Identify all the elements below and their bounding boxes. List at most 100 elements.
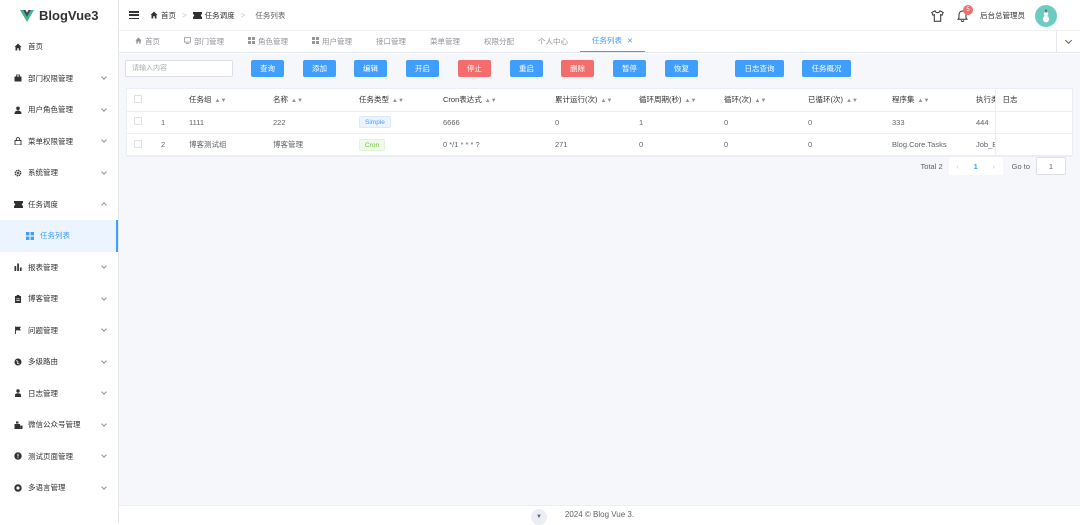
- add-button[interactable]: 添加: [303, 60, 336, 77]
- table-row[interactable]: 2 博客测试组 博客管理 Cron 0 */1 * * * ? 271 0 0 …: [127, 134, 1072, 157]
- chevron-down-icon: [101, 106, 107, 112]
- avatar[interactable]: [1035, 5, 1057, 27]
- tab-department[interactable]: 部门管理: [172, 30, 236, 52]
- grid-icon: [25, 232, 35, 240]
- sidebar-item-task-list[interactable]: 任务列表: [0, 220, 118, 252]
- tab-roles[interactable]: 角色管理: [236, 30, 300, 52]
- tab-permissions[interactable]: 权限分配: [472, 30, 526, 52]
- column-header-class[interactable]: 执行类▲▼: [969, 89, 995, 111]
- column-header-cycle-seconds[interactable]: 循环周期(秒)▲▼: [632, 89, 717, 111]
- row-checkbox[interactable]: [127, 134, 154, 157]
- query-button[interactable]: 查询: [251, 60, 284, 77]
- goto-page-input[interactable]: 1: [1036, 157, 1066, 175]
- pause-button[interactable]: 暂停: [613, 60, 646, 77]
- column-header-cron[interactable]: Cron表达式▲▼: [436, 89, 548, 111]
- sidebar-item-issues[interactable]: 问题管理: [0, 315, 118, 347]
- tab-menus[interactable]: 菜单管理: [418, 30, 472, 52]
- sort-icon[interactable]: ▲▼: [485, 98, 497, 104]
- start-button[interactable]: 开启: [406, 60, 439, 77]
- tabs-dropdown[interactable]: [1056, 31, 1080, 53]
- chevron-down-icon: [101, 169, 107, 175]
- collapse-menu-icon[interactable]: [129, 11, 139, 19]
- sort-icon[interactable]: ▲▼: [392, 98, 404, 104]
- chevron-down-icon: [101, 263, 107, 269]
- resume-button[interactable]: 恢复: [665, 60, 698, 77]
- next-page-button[interactable]: ›: [985, 157, 1003, 175]
- vue-logo-icon: [20, 10, 34, 22]
- column-header-cycle-times[interactable]: 循环(次)▲▼: [717, 89, 801, 111]
- select-all-checkbox[interactable]: [127, 89, 154, 111]
- sidebar-item-menu-permission[interactable]: 菜单权限管理: [0, 126, 118, 158]
- globe-icon: [13, 358, 23, 366]
- type-tag: Simple: [359, 116, 391, 128]
- sort-icon[interactable]: ▲▼: [291, 98, 303, 104]
- header-actions: 5 后台总管理员: [931, 0, 1080, 31]
- cell-cycled: 0: [801, 111, 885, 134]
- tab-task-list[interactable]: 任务列表✕: [580, 30, 645, 52]
- column-header-group[interactable]: 任务组▲▼: [182, 89, 266, 111]
- sort-icon[interactable]: ▲▼: [755, 98, 767, 104]
- home-icon: [135, 37, 142, 46]
- sidebar-item-task-scheduling[interactable]: 任务调度: [0, 189, 118, 221]
- sort-icon[interactable]: ▲▼: [685, 98, 697, 104]
- chevron-down-icon: [101, 137, 107, 143]
- cell-cycled: 0: [801, 134, 885, 157]
- breadcrumb-task-scheduling[interactable]: 任务调度: [193, 10, 235, 21]
- sidebar-item-department[interactable]: 部门权限管理: [0, 63, 118, 95]
- sidebar-item-logs[interactable]: 日志管理: [0, 378, 118, 410]
- stop-button[interactable]: 停止: [458, 60, 491, 77]
- breadcrumb-home[interactable]: 首页: [150, 10, 176, 21]
- tab-home[interactable]: 首页: [123, 30, 172, 52]
- notification-bell[interactable]: 5: [957, 10, 968, 22]
- sidebar-item-i18n[interactable]: 多语言管理: [0, 472, 118, 504]
- sidebar-item-blog[interactable]: 博客管理: [0, 283, 118, 315]
- edit-button[interactable]: 编辑: [354, 60, 387, 77]
- avatar-figure-icon: [1040, 9, 1052, 23]
- log-query-button[interactable]: 日志查询: [735, 60, 784, 77]
- tab-users[interactable]: 用户管理: [300, 30, 364, 52]
- restart-button[interactable]: 重启: [510, 60, 543, 77]
- sort-icon[interactable]: ▲▼: [215, 98, 227, 104]
- cell-assembly: Blog.Core.Tasks: [885, 134, 969, 157]
- sidebar-item-test-pages[interactable]: 测试页面管理: [0, 441, 118, 473]
- theme-shirt-icon[interactable]: [931, 10, 944, 22]
- sidebar-item-reports[interactable]: 报表管理: [0, 252, 118, 284]
- tab-profile[interactable]: 个人中心: [526, 30, 580, 52]
- task-table: 任务组▲▼ 名称▲▼ 任务类型▲▼ Cron表达式▲▼ 累计运行(次)▲▼ 循环…: [126, 88, 1073, 156]
- chevron-down-icon: [101, 484, 107, 490]
- column-header-type[interactable]: 任务类型▲▼: [352, 89, 436, 111]
- prev-page-button[interactable]: ‹: [949, 157, 967, 175]
- app-logo[interactable]: BlogVue3: [0, 0, 118, 31]
- user-name[interactable]: 后台总管理员: [980, 10, 1025, 21]
- cell-cron: 0 */1 * * * ?: [436, 134, 548, 157]
- chevron-down-icon: [101, 358, 107, 364]
- sidebar-item-wechat[interactable]: 微信公众号管理: [0, 409, 118, 441]
- column-header-assembly[interactable]: 程序集▲▼: [885, 89, 969, 111]
- sidebar-item-user-role[interactable]: 用户角色管理: [0, 94, 118, 126]
- lock-icon: [13, 137, 23, 145]
- user-icon: [13, 106, 23, 114]
- cell-class: 444: [969, 111, 995, 134]
- cell-type: Cron: [352, 134, 436, 157]
- tab-api[interactable]: 接口管理: [364, 30, 418, 52]
- sidebar-item-system[interactable]: 系统管理: [0, 157, 118, 189]
- row-checkbox[interactable]: [127, 111, 154, 134]
- sort-icon[interactable]: ▲▼: [846, 98, 858, 104]
- delete-button[interactable]: 删除: [561, 60, 594, 77]
- column-header-name[interactable]: 名称▲▼: [266, 89, 352, 111]
- close-icon[interactable]: ✕: [627, 37, 633, 45]
- task-overview-button[interactable]: 任务概况: [802, 60, 851, 77]
- column-header-cycled[interactable]: 已循环(次)▲▼: [801, 89, 885, 111]
- sort-icon[interactable]: ▲▼: [601, 98, 613, 104]
- bar-chart-icon: [13, 263, 23, 271]
- table-row[interactable]: 1 1111 222 Simple 6666 0 1 0 0 333 444: [127, 111, 1072, 134]
- home-icon: [13, 43, 23, 51]
- column-header-total-runs[interactable]: 累计运行(次)▲▼: [548, 89, 632, 111]
- wechat-icon: [13, 421, 23, 429]
- sidebar-item-home[interactable]: 首页: [0, 31, 118, 63]
- search-input[interactable]: [125, 60, 233, 77]
- cell-cycle-times: 0: [717, 134, 801, 157]
- sidebar-item-multi-route[interactable]: 多级路由: [0, 346, 118, 378]
- sort-icon[interactable]: ▲▼: [918, 98, 930, 104]
- page-number[interactable]: 1: [967, 157, 985, 175]
